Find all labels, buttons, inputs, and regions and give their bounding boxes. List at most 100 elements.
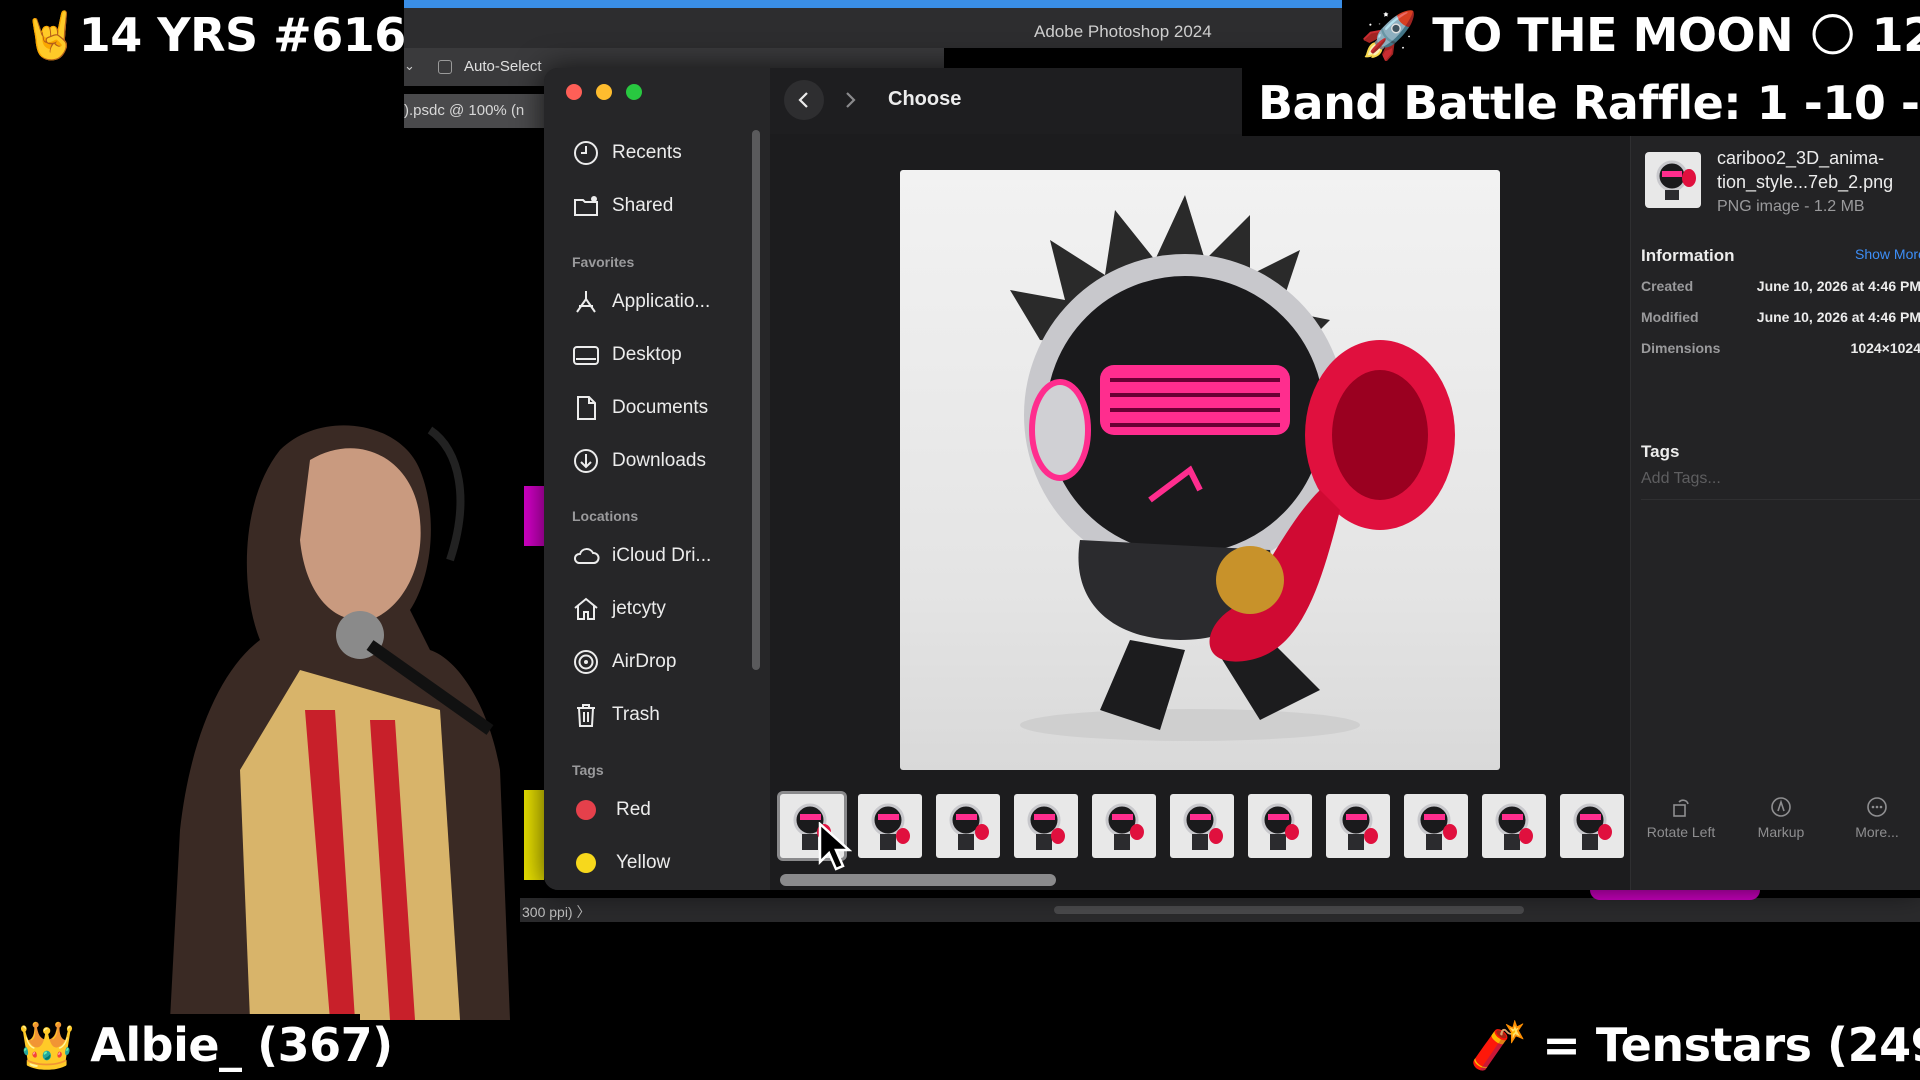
sidebar-item-label: Yellow bbox=[616, 852, 671, 873]
trash-icon bbox=[577, 704, 595, 727]
sidebar-item-icloud-drive[interactable]: iCloud Dri... bbox=[572, 536, 711, 576]
applications-icon bbox=[576, 291, 596, 313]
sidebar-scrollbar[interactable] bbox=[752, 130, 760, 670]
sidebar-item-label: Documents bbox=[612, 397, 709, 418]
clock-icon bbox=[574, 141, 598, 165]
tags-section-header: Tags bbox=[1641, 442, 1680, 461]
photoshop-app-title: Adobe Photoshop 2024 bbox=[1034, 22, 1212, 41]
photoshop-horizontal-scrollbar[interactable] bbox=[1054, 906, 1524, 914]
sidebar-item-label: Shared bbox=[612, 195, 674, 216]
sidebar-item-label: Recents bbox=[612, 142, 682, 163]
sidebar: Recents Shared Favorites Applicatio... D… bbox=[544, 68, 770, 890]
photoshop-title-bar: Adobe Photoshop 2024 bbox=[404, 0, 1342, 48]
quick-actions: Rotate Left Markup More... bbox=[1631, 796, 1920, 866]
thumbnail-item[interactable] bbox=[1248, 794, 1312, 858]
sidebar-item-trash[interactable]: Trash bbox=[572, 695, 660, 735]
sidebar-item-documents[interactable]: Documents bbox=[572, 388, 708, 428]
overlay-years-counter: 🤘14 YRS #616 bbox=[22, 8, 406, 62]
add-tags-field[interactable]: Add Tags... bbox=[1641, 468, 1920, 500]
overlay-goal-progress: 🚀 TO THE MOON 🌕 12% bbox=[1360, 8, 1920, 62]
thumbnail-scrollbar[interactable] bbox=[780, 874, 1056, 886]
sidebar-item-downloads[interactable]: Downloads bbox=[572, 441, 706, 481]
markup-button[interactable]: Markup bbox=[1731, 796, 1831, 840]
photoshop-status-bar: 300 ppi) 〉 bbox=[520, 898, 1920, 922]
overlay-raffle: Band Battle Raffle: 1 -10 -100 bbox=[1258, 76, 1920, 130]
download-icon bbox=[574, 449, 598, 473]
more-button[interactable]: More... bbox=[1827, 796, 1920, 840]
markup-icon bbox=[1771, 797, 1791, 817]
document-icon bbox=[577, 396, 596, 420]
photoshop-document-tab[interactable]: ).psdc @ 100% (n bbox=[404, 94, 544, 128]
file-name-line-2: tion_style...7eb_2.png bbox=[1717, 172, 1894, 192]
more-label: More... bbox=[1855, 824, 1899, 840]
thumbnail-item[interactable] bbox=[1014, 794, 1078, 858]
minimize-window-button[interactable] bbox=[596, 84, 612, 100]
thumbnail-item[interactable] bbox=[1170, 794, 1234, 858]
modified-value: June 10, 2026 at 4:46 PM bbox=[1756, 309, 1920, 325]
dialog-title: Choose bbox=[888, 88, 962, 110]
thumbnail-item[interactable] bbox=[1560, 794, 1624, 858]
file-meta: PNG image - 1.2 MB bbox=[1717, 198, 1865, 215]
created-key: Created bbox=[1641, 278, 1694, 294]
sidebar-tag-yellow[interactable]: Yellow bbox=[572, 843, 670, 883]
sidebar-item-label: Trash bbox=[612, 704, 660, 725]
information-header: Information bbox=[1641, 246, 1735, 265]
thumbnail-item[interactable] bbox=[858, 794, 922, 858]
file-name: cariboo2_3D_anima- tion_style...7eb_2.pn… bbox=[1717, 146, 1920, 194]
sidebar-item-applications[interactable]: Applicatio... bbox=[572, 282, 710, 322]
sidebar-item-label: Applicatio... bbox=[612, 291, 711, 312]
file-name-line-1: cariboo2_3D_anima- bbox=[1717, 148, 1885, 168]
close-window-button[interactable] bbox=[566, 84, 582, 100]
more-icon bbox=[1867, 797, 1887, 817]
locations-header: Locations bbox=[572, 508, 639, 524]
yellow-tag-dot-icon bbox=[576, 853, 596, 873]
auto-select-checkbox[interactable] bbox=[438, 60, 452, 74]
red-tag-dot-icon bbox=[576, 800, 596, 820]
choose-file-dialog: Recents Shared Favorites Applicatio... D… bbox=[544, 68, 1920, 890]
sidebar-item-label: jetcyty bbox=[612, 598, 666, 619]
dimensions-value: 1024×1024 bbox=[1850, 340, 1920, 356]
rotate-left-icon bbox=[1673, 799, 1689, 817]
airdrop-icon bbox=[574, 650, 598, 674]
markup-label: Markup bbox=[1757, 824, 1805, 840]
thumbnail-item[interactable] bbox=[1404, 794, 1468, 858]
back-button[interactable] bbox=[784, 80, 824, 120]
sidebar-item-airdrop[interactable]: AirDrop bbox=[572, 642, 676, 682]
sidebar-item-desktop[interactable]: Desktop bbox=[572, 335, 682, 375]
thumbnail-item[interactable] bbox=[1326, 794, 1390, 858]
sidebar-item-recents[interactable]: Recents bbox=[572, 133, 682, 173]
cloud-icon bbox=[573, 548, 600, 564]
chevron-right-icon bbox=[846, 92, 856, 108]
sidebar-item-shared[interactable]: Shared bbox=[572, 186, 673, 226]
webcam-streamer bbox=[170, 425, 510, 1020]
info-panel: cariboo2_3D_anima- tion_style...7eb_2.pn… bbox=[1630, 134, 1920, 890]
mouse-cursor-icon bbox=[818, 822, 852, 871]
info-thumbnail bbox=[1645, 152, 1701, 208]
image-preview bbox=[900, 170, 1500, 770]
sidebar-item-label: iCloud Dri... bbox=[612, 545, 712, 566]
thumbnail-item[interactable] bbox=[1482, 794, 1546, 858]
overlay-tenstars: 🧨 = Tenstars (249) bbox=[1470, 1018, 1920, 1072]
sidebar-item-label: Red bbox=[616, 799, 651, 820]
canvas-magenta-edge bbox=[1590, 890, 1760, 900]
created-value: June 10, 2026 at 4:46 PM bbox=[1756, 278, 1920, 294]
rotate-left-label: Rotate Left bbox=[1646, 824, 1716, 840]
sidebar-item-home[interactable]: jetcyty bbox=[572, 589, 666, 629]
sidebar-tag-red[interactable]: Red bbox=[572, 790, 651, 830]
dimensions-key: Dimensions bbox=[1641, 340, 1721, 356]
overlay-top-user: 👑 Albie_ (367) bbox=[18, 1018, 393, 1072]
modified-key: Modified bbox=[1641, 309, 1699, 325]
forward-button[interactable] bbox=[830, 80, 870, 120]
character-artwork bbox=[1010, 195, 1455, 741]
rotate-left-button[interactable]: Rotate Left bbox=[1631, 796, 1731, 840]
thumbnail-item[interactable] bbox=[1092, 794, 1156, 858]
thumbnail-item[interactable] bbox=[936, 794, 1000, 858]
sidebar-item-label: Downloads bbox=[612, 450, 706, 471]
tags-header: Tags bbox=[572, 762, 604, 778]
sidebar-item-label: Desktop bbox=[612, 344, 682, 365]
zoom-window-button[interactable] bbox=[626, 84, 642, 100]
thumbnail-strip bbox=[780, 794, 1640, 860]
favorites-header: Favorites bbox=[572, 254, 635, 270]
show-more-link[interactable]: Show More bbox=[1855, 246, 1920, 262]
auto-select-label: Auto-Select bbox=[464, 58, 542, 75]
